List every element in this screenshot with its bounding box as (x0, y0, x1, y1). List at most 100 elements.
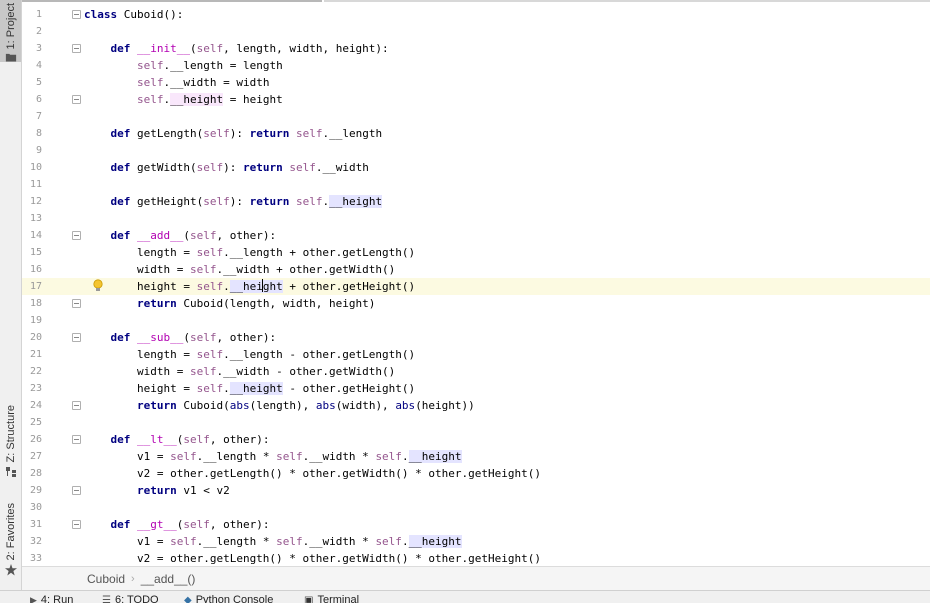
line-number: 8 (22, 125, 42, 142)
code-line[interactable]: 28 v2 = other.getLength() * other.getWid… (22, 465, 930, 482)
line-number: 1 (22, 6, 42, 23)
code-text: self.__height = height (84, 91, 283, 108)
line-number: 23 (22, 380, 42, 397)
project-tool-tab[interactable]: 1: Project (0, 0, 21, 62)
code-line[interactable]: 30 (22, 499, 930, 516)
code-text: self.__length = length (84, 57, 283, 74)
code-line[interactable]: 25 (22, 414, 930, 431)
code-line[interactable]: 1class Cuboid(): (22, 6, 930, 23)
code-line[interactable]: 12 def getHeight(self): return self.__he… (22, 193, 930, 210)
line-number: 19 (22, 312, 42, 329)
code-line[interactable]: 3 def __init__(self, length, width, heig… (22, 40, 930, 57)
code-line[interactable]: 14 def __add__(self, other): (22, 227, 930, 244)
line-number: 29 (22, 482, 42, 499)
code-line[interactable]: 32 v1 = self.__length * self.__width * s… (22, 533, 930, 550)
line-number: 21 (22, 346, 42, 363)
text-caret (262, 279, 263, 292)
code-line[interactable]: 19 (22, 312, 930, 329)
breadcrumb-method[interactable]: __add__() (135, 572, 202, 586)
breadcrumb: Cuboid › __add__() (22, 566, 930, 590)
code-line[interactable]: 11 (22, 176, 930, 193)
left-tool-strip: 1: Project Z: Structure 2: Favorites (0, 0, 22, 590)
line-number: 33 (22, 550, 42, 566)
code-line[interactable]: 15 length = self.__length + other.getLen… (22, 244, 930, 261)
code-line[interactable]: 29 return v1 < v2 (22, 482, 930, 499)
fold-collapse-icon[interactable] (72, 435, 81, 444)
line-number: 26 (22, 431, 42, 448)
fold-end-icon[interactable] (72, 299, 81, 308)
code-line[interactable]: 8 def getLength(self): return self.__len… (22, 125, 930, 142)
fold-collapse-icon[interactable] (72, 10, 81, 19)
line-number: 11 (22, 176, 42, 193)
code-line[interactable]: 4 self.__length = length (22, 57, 930, 74)
code-text: self.__width = width (84, 74, 269, 91)
code-text: v2 = other.getLength() * other.getWidth(… (84, 465, 541, 482)
structure-tab-label: Z: Structure (5, 405, 17, 462)
line-number: 17 (22, 278, 42, 295)
code-text: def __init__(self, length, width, height… (84, 40, 389, 57)
line-number: 31 (22, 516, 42, 533)
code-line[interactable]: 7 (22, 108, 930, 125)
line-number: 16 (22, 261, 42, 278)
line-number: 14 (22, 227, 42, 244)
line-number: 27 (22, 448, 42, 465)
code-line[interactable]: 24 return Cuboid(abs(length), abs(width)… (22, 397, 930, 414)
code-text: length = self.__length + other.getLength… (84, 244, 415, 261)
line-number: 32 (22, 533, 42, 550)
code-line[interactable]: 6 self.__height = height (22, 91, 930, 108)
code-text: def getHeight(self): return self.__heigh… (84, 193, 382, 210)
code-text: v1 = self.__length * self.__width * self… (84, 448, 462, 465)
code-line[interactable]: 21 length = self.__length - other.getLen… (22, 346, 930, 363)
code-line[interactable]: 2 (22, 23, 930, 40)
code-text: width = self.__width - other.getWidth() (84, 363, 395, 380)
code-line[interactable]: 10 def getWidth(self): return self.__wid… (22, 159, 930, 176)
line-number: 30 (22, 499, 42, 516)
bottom-tool-tabs: ▶ 4: Run ☰ 6: TODO ◆ Python Console ▣ Te… (0, 590, 930, 603)
code-text: return v1 < v2 (84, 482, 230, 499)
code-line[interactable]: 18 return Cuboid(length, width, height) (22, 295, 930, 312)
code-text: v2 = other.getLength() * other.getWidth(… (84, 550, 541, 566)
code-text: return Cuboid(length, width, height) (84, 295, 375, 312)
line-number: 22 (22, 363, 42, 380)
star-icon (5, 564, 17, 576)
code-line[interactable]: 26 def __lt__(self, other): (22, 431, 930, 448)
structure-tool-tab[interactable]: Z: Structure (0, 402, 21, 482)
code-line[interactable]: 13 (22, 210, 930, 227)
line-number: 5 (22, 74, 42, 91)
code-text: def __gt__(self, other): (84, 516, 269, 533)
line-number: 9 (22, 142, 42, 159)
code-line[interactable]: 9 (22, 142, 930, 159)
breadcrumb-class[interactable]: Cuboid (81, 572, 131, 586)
fold-end-icon[interactable] (72, 401, 81, 410)
code-text: height = self.__height + other.getHeight… (84, 278, 415, 295)
code-text: return Cuboid(abs(length), abs(width), a… (84, 397, 475, 414)
line-number: 13 (22, 210, 42, 227)
code-line[interactable]: 23 height = self.__height - other.getHei… (22, 380, 930, 397)
line-number: 3 (22, 40, 42, 57)
code-line[interactable]: 16 width = self.__width + other.getWidth… (22, 261, 930, 278)
line-number: 10 (22, 159, 42, 176)
fold-end-icon[interactable] (72, 95, 81, 104)
code-line[interactable]: 31 def __gt__(self, other): (22, 516, 930, 533)
line-number: 6 (22, 91, 42, 108)
line-number: 20 (22, 329, 42, 346)
folder-icon (5, 53, 17, 62)
code-text: def getLength(self): return self.__lengt… (84, 125, 382, 142)
fold-collapse-icon[interactable] (72, 520, 81, 529)
line-number: 4 (22, 57, 42, 74)
code-line[interactable]: 17 height = self.__height + other.getHei… (22, 278, 930, 295)
fold-collapse-icon[interactable] (72, 231, 81, 240)
line-number: 7 (22, 108, 42, 125)
fold-end-icon[interactable] (72, 486, 81, 495)
code-line[interactable]: 27 v1 = self.__length * self.__width * s… (22, 448, 930, 465)
line-number: 2 (22, 23, 42, 40)
code-line[interactable]: 20 def __sub__(self, other): (22, 329, 930, 346)
fold-collapse-icon[interactable] (72, 44, 81, 53)
code-line[interactable]: 22 width = self.__width - other.getWidth… (22, 363, 930, 380)
code-line[interactable]: 33 v2 = other.getLength() * other.getWid… (22, 550, 930, 566)
code-editor[interactable]: 1class Cuboid():23 def __init__(self, le… (22, 0, 930, 566)
favorites-tool-tab[interactable]: 2: Favorites (0, 500, 21, 580)
code-line[interactable]: 5 self.__width = width (22, 74, 930, 91)
structure-icon (5, 466, 17, 478)
fold-collapse-icon[interactable] (72, 333, 81, 342)
